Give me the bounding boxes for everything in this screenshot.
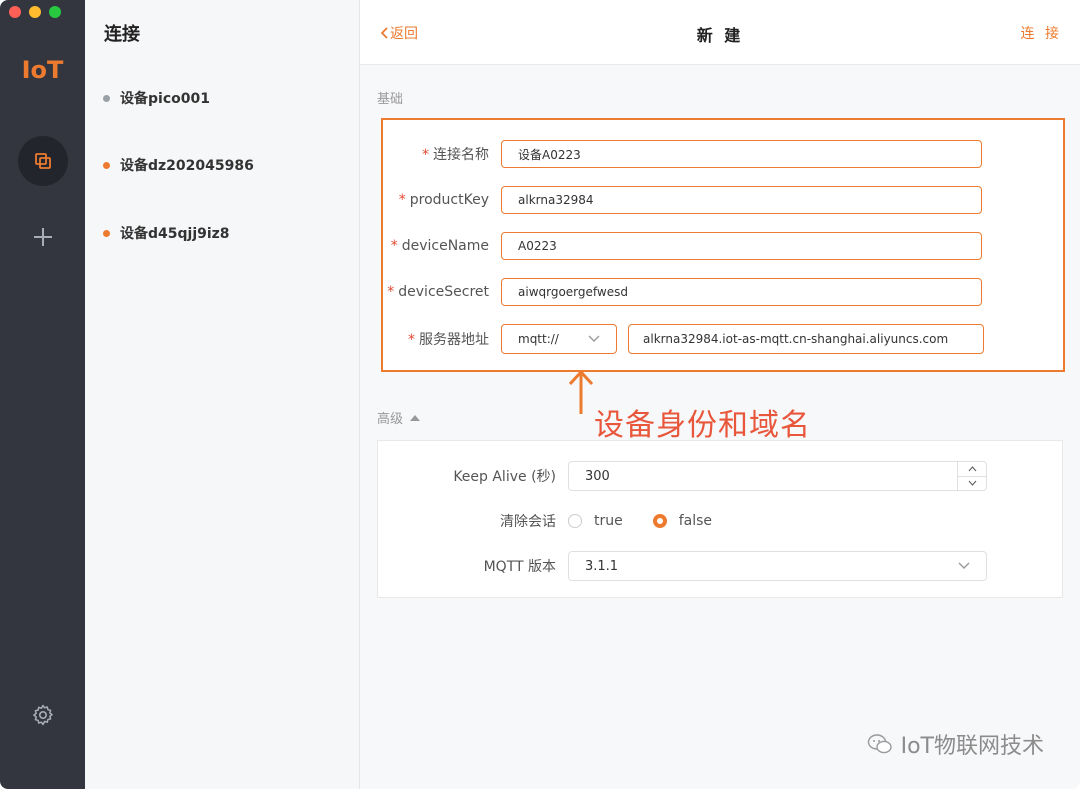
status-dot <box>103 229 110 237</box>
arrow-up-icon <box>568 370 594 414</box>
list-item-label: 设备pico001 <box>120 91 210 107</box>
list-item[interactable]: 设备d45qjj9iz8 <box>103 223 230 243</box>
field-label: 清除会话 <box>500 514 556 530</box>
advanced-form: Keep Alive (秒) 300 清除会话 true false MQTT … <box>377 440 1063 598</box>
required-mark: * <box>408 332 415 348</box>
annotation-text: 设备身份和域名 <box>594 408 811 443</box>
mqtt-version-select[interactable]: 3.1.1 <box>568 551 987 581</box>
radio-circle <box>568 514 582 528</box>
close-window-button[interactable] <box>9 6 21 18</box>
add-connection-button[interactable] <box>18 212 68 262</box>
server-host-input[interactable]: alkrna32984.iot-as-mqtt.cn-shanghai.aliy… <box>628 324 984 354</box>
advanced-section-toggle[interactable]: 高级 <box>377 408 421 427</box>
brand-logo: IoT <box>21 56 64 84</box>
list-item-label: 设备d45qjj9iz8 <box>120 226 230 242</box>
nav-rail: IoT <box>0 0 85 789</box>
plus-icon <box>34 228 52 246</box>
connection-list-title: 连接 <box>104 24 140 45</box>
device-name-input[interactable]: A0223 <box>501 232 982 260</box>
zoom-window-button[interactable] <box>49 6 61 18</box>
settings-button[interactable] <box>18 690 68 740</box>
field-label: * deviceName <box>383 238 501 254</box>
watermark-text: IoT物联网技术 <box>900 734 1044 759</box>
list-item-label: 设备dz202045986 <box>120 158 254 174</box>
form-row-clean-session: 清除会话 true false <box>378 511 742 531</box>
basic-form: * 连接名称 设备A0223 * productKey alkrna32984 * d… <box>381 118 1065 372</box>
keep-alive-input[interactable]: 300 <box>568 461 987 491</box>
mqtt-version-value: 3.1.1 <box>585 558 619 574</box>
clean-session-true-radio[interactable]: true <box>568 513 623 529</box>
decrement-button[interactable] <box>958 477 986 491</box>
field-label-text: 连接名称 <box>433 147 489 163</box>
field-label-text: deviceSecret <box>398 284 489 300</box>
radio-label: false <box>678 513 713 529</box>
device-secret-input[interactable]: aiwqrgoergefwesd <box>501 278 982 306</box>
chevron-down-icon <box>588 335 600 342</box>
basic-section-label: 基础 <box>377 92 404 107</box>
app-window: IoT 连接 设备pico001 设备dz202045986 设备d45qjj9… <box>0 0 1080 789</box>
required-mark: * <box>387 284 395 300</box>
radio-circle-selected <box>652 514 667 528</box>
required-mark: * <box>422 147 429 163</box>
advanced-section-label: 高级 <box>377 412 404 427</box>
minimize-window-button[interactable] <box>29 6 41 18</box>
radio-label: true <box>594 513 623 529</box>
clean-session-false-radio[interactable]: false <box>652 513 713 529</box>
chevron-down-icon <box>968 480 976 487</box>
top-bar: 返回 新 建 连 接 <box>360 0 1080 65</box>
watermark: IoT物联网技术 <box>867 728 1044 760</box>
chevron-up-icon <box>968 465 976 472</box>
window-controls <box>9 6 61 18</box>
field-label-text: deviceName <box>401 238 489 254</box>
main-panel: 返回 新 建 连 接 基础 * 连接名称 设备A0223 * productKey … <box>360 0 1080 789</box>
field-label: Keep Alive (秒) <box>453 469 556 485</box>
field-label: * 服务器地址 <box>383 329 501 349</box>
caret-up-icon <box>410 414 421 421</box>
product-key-input[interactable]: alkrna32984 <box>501 186 982 214</box>
protocol-value: mqtt:// <box>518 332 559 346</box>
field-label-text: 服务器地址 <box>419 332 489 348</box>
connections-nav-button[interactable] <box>18 136 68 186</box>
form-row-name: * 连接名称 设备A0223 <box>383 140 982 168</box>
list-item[interactable]: 设备dz202045986 <box>103 155 254 175</box>
protocol-select[interactable]: mqtt:// <box>501 324 617 354</box>
wechat-icon <box>867 734 892 754</box>
connection-list: 连接 设备pico001 设备dz202045986 设备d45qjj9iz8 <box>85 0 360 789</box>
gear-icon <box>33 704 53 726</box>
field-label: * 连接名称 <box>383 144 501 164</box>
clean-session-radio-group: true false <box>568 513 742 529</box>
field-label: * deviceSecret <box>383 284 501 300</box>
page-title: 新 建 <box>696 26 744 45</box>
connection-name-input[interactable]: 设备A0223 <box>501 140 982 168</box>
required-mark: * <box>390 238 398 254</box>
form-row-server: * 服务器地址 mqtt:// alkrna32984.iot-as-mqtt.c… <box>383 324 984 354</box>
list-item[interactable]: 设备pico001 <box>103 88 210 108</box>
keep-alive-stepper <box>957 462 986 490</box>
form-row-device-name: * deviceName A0223 <box>383 232 982 260</box>
copy-icon <box>35 153 51 169</box>
field-label: MQTT 版本 <box>483 559 556 575</box>
field-label-text: productKey <box>409 192 489 208</box>
form-row-device-secret: * deviceSecret aiwqrgoergefwesd <box>383 278 982 306</box>
chevron-down-icon <box>958 562 970 569</box>
field-label: * productKey <box>383 192 501 208</box>
form-row-mqtt-version: MQTT 版本 3.1.1 <box>378 551 987 581</box>
status-dot <box>103 161 110 169</box>
status-dot <box>103 94 110 102</box>
form-row-keep-alive: Keep Alive (秒) 300 <box>378 461 987 491</box>
form-row-product-key: * productKey alkrna32984 <box>383 186 982 214</box>
keep-alive-value: 300 <box>585 468 610 484</box>
connect-button[interactable]: 连 接 <box>1021 23 1062 43</box>
increment-button[interactable] <box>958 462 986 477</box>
required-mark: * <box>398 192 406 208</box>
